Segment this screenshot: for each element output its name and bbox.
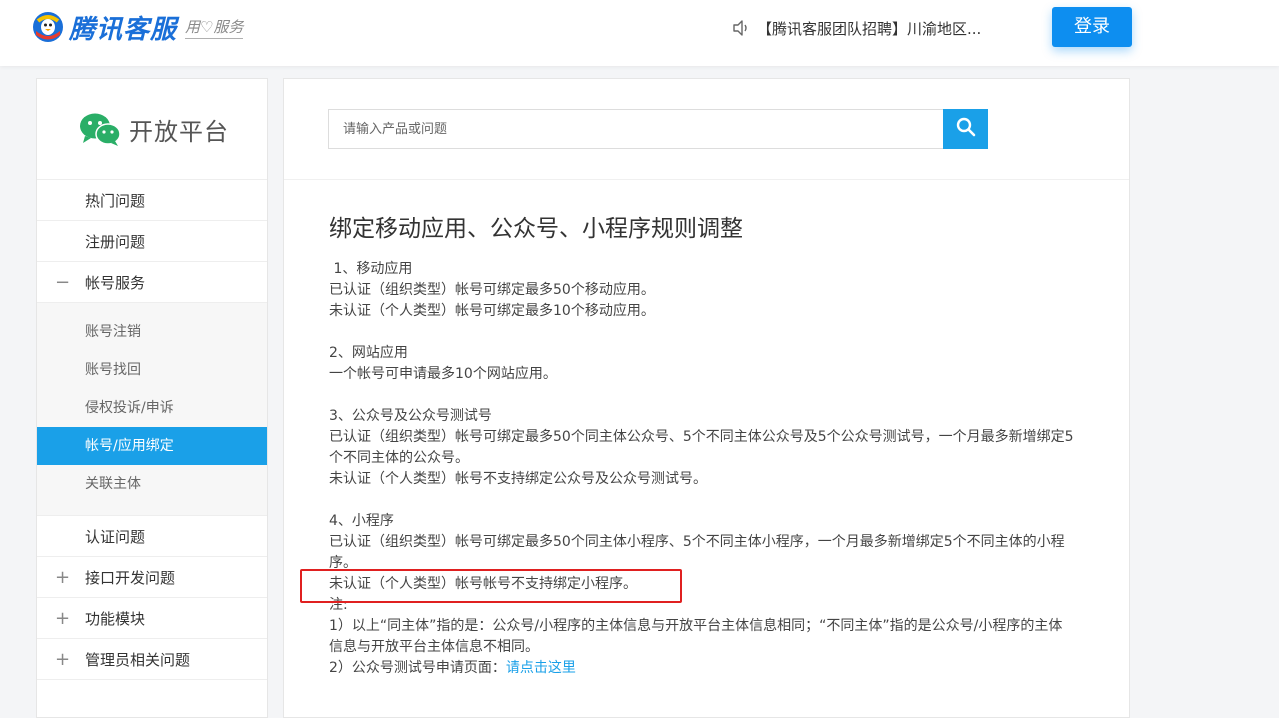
sidebar-item-admin[interactable]: + 管理员相关问题 (37, 639, 267, 680)
note-line-prefix: 2）公众号测试号申请页面： (329, 660, 506, 676)
sidebar-item-label: 接口开发问题 (85, 568, 176, 587)
sidebar-brand-text: 开放平台 (129, 117, 229, 146)
search-icon (956, 117, 976, 141)
article-line: 已认证（组织类型）帐号可绑定最多50个同主体公众号、5个不同主体公众号及5个公众… (329, 429, 1074, 466)
article-line: 一个帐号可申请最多10个网站应用。 (329, 366, 557, 382)
speaker-icon (731, 18, 751, 38)
search-bar (328, 109, 988, 149)
expand-plus-icon: + (55, 648, 71, 670)
collapse-minus-icon: − (55, 271, 71, 293)
sidebar-subitem-infringement[interactable]: 侵权投诉/申诉 (37, 389, 267, 427)
sidebar: 开放平台 热门问题 注册问题 − 帐号服务 账号注销 账号找回 侵权投诉/申诉 … (36, 78, 268, 718)
sidebar-subitem-linked-entity[interactable]: 关联主体 (37, 465, 267, 503)
sidebar-item-hot-questions[interactable]: 热门问题 (37, 180, 267, 221)
sidebar-subitem-account-cancel[interactable]: 账号注销 (37, 313, 267, 351)
search-button[interactable] (943, 109, 988, 149)
article-line-highlighted: 未认证（个人类型）帐号帐号不支持绑定小程序。 (329, 576, 637, 592)
article-line: 未认证（个人类型）帐号可绑定最多10个移动应用。 (329, 303, 655, 319)
sidebar-brand: 开放平台 (37, 79, 267, 180)
article-title: 绑定移动应用、公众号、小程序规则调整 (329, 216, 743, 242)
sidebar-item-label: 功能模块 (85, 609, 146, 628)
section-heading: 4、小程序 (329, 513, 394, 529)
sidebar-subitem-account-recovery[interactable]: 账号找回 (37, 351, 267, 389)
note-heading: 注: (329, 597, 348, 613)
notice-text: 【腾讯客服团队招聘】川渝地区... (757, 19, 982, 38)
note-line: 1）以上“同主体”指的是：公众号/小程序的主体信息与开放平台主体信息相同；“不同… (329, 618, 1063, 655)
notice-marquee[interactable]: 【腾讯客服团队招聘】川渝地区... (731, 17, 981, 39)
sidebar-item-label: 帐号服务 (85, 273, 146, 292)
expand-plus-icon: + (55, 566, 71, 588)
sidebar-item-verification[interactable]: 认证问题 (37, 516, 267, 557)
sidebar-item-registration[interactable]: 注册问题 (37, 221, 267, 262)
expand-plus-icon: + (55, 607, 71, 629)
sidebar-item-label: 认证问题 (85, 527, 146, 546)
tencent-service-logo[interactable]: 腾讯客服 用♡服务 (32, 9, 244, 45)
article-line: 已认证（组织类型）帐号可绑定最多50个同主体小程序、5个不同主体小程序，一个月最… (329, 534, 1065, 571)
tencent-penguin-icon (32, 11, 64, 43)
sidebar-item-account-services[interactable]: − 帐号服务 (37, 262, 267, 303)
divider (284, 179, 1129, 180)
sidebar-subitem-app-binding[interactable]: 帐号/应用绑定 (37, 427, 267, 465)
section-heading: 3、公众号及公众号测试号 (329, 408, 492, 424)
note-line: 2）公众号测试号申请页面：请点击这里 (329, 658, 1074, 679)
article-line: 已认证（组织类型）帐号可绑定最多50个移动应用。 (329, 282, 655, 298)
sidebar-item-api-dev[interactable]: + 接口开发问题 (37, 557, 267, 598)
sidebar-item-label: 注册问题 (85, 232, 146, 251)
article-line: 未认证（个人类型）帐号不支持绑定公众号及公众号测试号。 (329, 471, 707, 487)
top-header: 腾讯客服 用♡服务 【腾讯客服团队招聘】川渝地区... 登录 (0, 0, 1279, 66)
wechat-icon (79, 112, 121, 146)
sidebar-item-feature-modules[interactable]: + 功能模块 (37, 598, 267, 639)
logo-name: 腾讯客服 (69, 14, 178, 45)
sidebar-item-label: 管理员相关问题 (85, 650, 191, 669)
section-heading: 1、移动应用 (329, 261, 413, 277)
sidebar-subnav: 账号注销 账号找回 侵权投诉/申诉 帐号/应用绑定 关联主体 (37, 303, 267, 516)
article-body: 1、移动应用 已认证（组织类型）帐号可绑定最多50个移动应用。 未认证（个人类型… (329, 259, 1074, 679)
test-account-link[interactable]: 请点击这里 (506, 660, 576, 676)
login-button[interactable]: 登录 (1052, 7, 1132, 47)
logo-slogan: 用♡服务 (185, 16, 244, 39)
main-content: 绑定移动应用、公众号、小程序规则调整 1、移动应用 已认证（组织类型）帐号可绑定… (283, 78, 1130, 718)
search-input[interactable] (328, 109, 944, 149)
section-heading: 2、网站应用 (329, 345, 408, 361)
sidebar-item-label: 热门问题 (85, 191, 146, 210)
